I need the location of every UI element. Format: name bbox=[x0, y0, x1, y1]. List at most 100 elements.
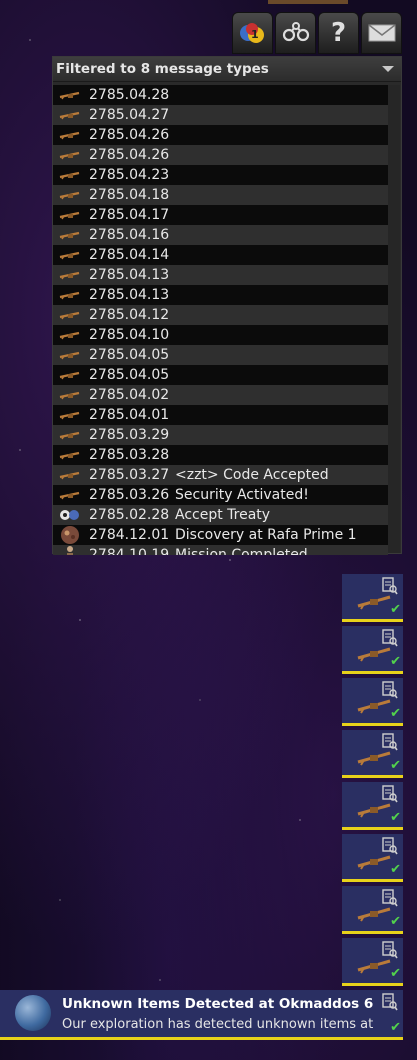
message-row[interactable]: 2785.04.17 bbox=[53, 205, 388, 225]
message-row[interactable]: 2784.12.01 Discovery at Rafa Prime 1 bbox=[53, 525, 388, 545]
message-date: 2785.04.13 bbox=[89, 287, 170, 303]
rifle-icon bbox=[356, 748, 392, 770]
rifle-icon bbox=[356, 592, 392, 614]
rifle-icon bbox=[57, 385, 83, 405]
message-date: 2785.04.02 bbox=[89, 387, 170, 403]
message-date: 2785.04.27 bbox=[89, 107, 170, 123]
message-list-scrollbar[interactable] bbox=[388, 85, 400, 553]
chevron-down-icon[interactable] bbox=[382, 66, 394, 72]
mission-icon bbox=[57, 545, 83, 555]
rifle-icon bbox=[57, 365, 83, 385]
message-title: Accept Treaty bbox=[175, 507, 271, 523]
message-row[interactable]: 2785.04.14 bbox=[53, 245, 388, 265]
message-row[interactable]: 2785.04.12 bbox=[53, 305, 388, 325]
rifle-icon bbox=[57, 225, 83, 245]
message-log-panel: Filtered to 8 message types 2785.04.28 27… bbox=[52, 56, 402, 555]
message-row[interactable]: 2785.04.02 bbox=[53, 385, 388, 405]
document-search-icon[interactable] bbox=[382, 993, 398, 1011]
message-row[interactable]: 2784.10.19 Mission Completed bbox=[53, 545, 388, 555]
rifle-icon bbox=[57, 285, 83, 305]
diplomacy-icon: 1 bbox=[239, 23, 264, 43]
message-row[interactable]: 2785.04.01 bbox=[53, 405, 388, 425]
rifle-icon bbox=[356, 904, 392, 926]
message-row[interactable]: 2785.04.05 bbox=[53, 365, 388, 385]
rifle-icon bbox=[57, 125, 83, 145]
rifle-icon bbox=[356, 956, 392, 978]
planet-icon bbox=[15, 995, 51, 1031]
checkmark-icon: ✔ bbox=[390, 654, 401, 669]
mail-icon bbox=[368, 24, 395, 42]
notification-card[interactable]: ✔ bbox=[342, 730, 403, 778]
notification-card[interactable]: ✔ bbox=[342, 626, 403, 674]
diplomacy-button[interactable]: 1 bbox=[232, 12, 273, 54]
treaty-icon bbox=[57, 505, 83, 525]
message-title: Discovery at Rafa Prime 1 bbox=[175, 527, 357, 543]
rifle-icon bbox=[356, 852, 392, 874]
message-title: <zzt> Code Accepted bbox=[175, 467, 329, 483]
notification-card[interactable]: ✔ bbox=[342, 938, 403, 986]
notification-title: Unknown Items Detected at Okmaddos 6 bbox=[62, 996, 374, 1012]
message-title: Mission Completed bbox=[175, 547, 308, 555]
help-button[interactable]: ? bbox=[318, 12, 359, 54]
message-date: 2785.04.10 bbox=[89, 327, 170, 343]
rifle-icon bbox=[356, 800, 392, 822]
message-date: 2784.10.19 bbox=[89, 547, 170, 555]
rifle-icon bbox=[57, 245, 83, 265]
message-date: 2785.03.28 bbox=[89, 447, 170, 463]
checkmark-icon: ✔ bbox=[390, 706, 401, 721]
message-date: 2785.04.05 bbox=[89, 347, 170, 363]
notification-card[interactable]: ✔ bbox=[342, 678, 403, 726]
message-row[interactable]: 2785.03.29 bbox=[53, 425, 388, 445]
checkmark-icon: ✔ bbox=[390, 862, 401, 877]
message-date: 2785.03.27 bbox=[89, 467, 170, 483]
rifle-icon bbox=[57, 205, 83, 225]
message-row[interactable]: 2785.04.10 bbox=[53, 325, 388, 345]
notification-card[interactable]: ✔ bbox=[342, 782, 403, 830]
question-icon: ? bbox=[330, 18, 347, 48]
message-date: 2784.12.01 bbox=[89, 527, 170, 543]
message-row[interactable]: 2785.04.26 bbox=[53, 145, 388, 165]
message-date: 2785.04.12 bbox=[89, 307, 170, 323]
message-row[interactable]: 2785.02.28 Accept Treaty bbox=[53, 505, 388, 525]
mail-button[interactable] bbox=[361, 12, 402, 54]
notification-card[interactable]: ✔ bbox=[342, 886, 403, 934]
message-date: 2785.04.16 bbox=[89, 227, 170, 243]
message-row[interactable]: 2785.04.23 bbox=[53, 165, 388, 185]
message-row[interactable]: 2785.04.26 bbox=[53, 125, 388, 145]
message-row[interactable]: 2785.04.13 bbox=[53, 265, 388, 285]
message-row[interactable]: 2785.04.16 bbox=[53, 225, 388, 245]
message-row[interactable]: 2785.03.26 Security Activated! bbox=[53, 485, 388, 505]
rifle-icon bbox=[57, 465, 83, 485]
message-date: 2785.04.26 bbox=[89, 147, 170, 163]
rifle-icon bbox=[57, 325, 83, 345]
notification-card[interactable]: ✔ bbox=[342, 834, 403, 882]
rifle-icon bbox=[57, 485, 83, 505]
message-row[interactable]: 2785.03.28 bbox=[53, 445, 388, 465]
message-date: 2785.04.05 bbox=[89, 367, 170, 383]
message-row[interactable]: 2785.03.27 <zzt> Code Accepted bbox=[53, 465, 388, 485]
notification-featured[interactable]: Unknown Items Detected at Okmaddos 6 Our… bbox=[0, 990, 403, 1040]
notification-card[interactable]: ✔ bbox=[342, 574, 403, 622]
notification-stack: ✔ ✔ ✔ ✔ ✔ ✔ ✔ ✔ bbox=[342, 574, 403, 990]
message-date: 2785.03.26 bbox=[89, 487, 170, 503]
message-row[interactable]: 2785.04.18 bbox=[53, 185, 388, 205]
network-button[interactable] bbox=[275, 12, 316, 54]
svg-text:1: 1 bbox=[251, 28, 259, 41]
message-row[interactable]: 2785.04.05 bbox=[53, 345, 388, 365]
notification-body: Our exploration has detected unknown ite… bbox=[62, 1017, 374, 1032]
rifle-icon bbox=[57, 105, 83, 125]
message-date: 2785.02.28 bbox=[89, 507, 170, 523]
message-date: 2785.04.28 bbox=[89, 87, 170, 103]
message-date: 2785.04.26 bbox=[89, 127, 170, 143]
rifle-icon bbox=[57, 405, 83, 425]
rifle-icon bbox=[57, 345, 83, 365]
checkmark-icon: ✔ bbox=[390, 758, 401, 773]
message-row[interactable]: 2785.04.27 bbox=[53, 105, 388, 125]
checkmark-icon: ✔ bbox=[390, 914, 401, 929]
rifle-icon bbox=[57, 265, 83, 285]
message-filter-dropdown[interactable]: Filtered to 8 message types bbox=[53, 57, 401, 82]
network-icon bbox=[282, 22, 309, 42]
message-row[interactable]: 2785.04.13 bbox=[53, 285, 388, 305]
message-row[interactable]: 2785.04.28 bbox=[53, 85, 388, 105]
rifle-icon bbox=[57, 305, 83, 325]
